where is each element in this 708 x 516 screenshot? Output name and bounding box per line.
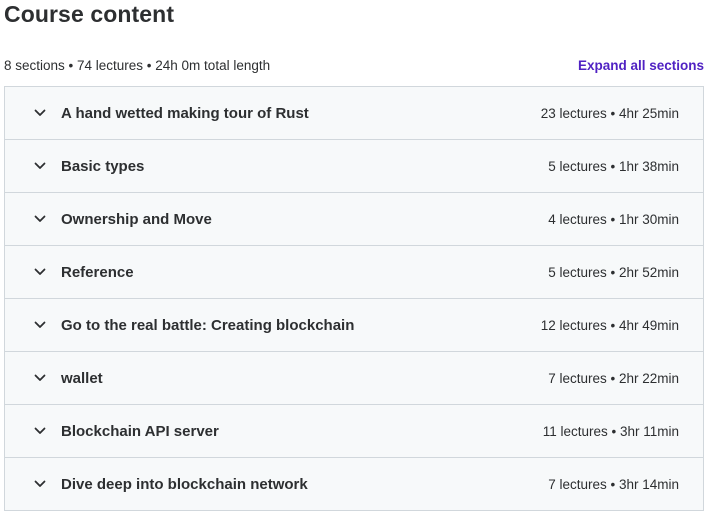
- section-header[interactable]: A hand wetted making tour of Rust 23 lec…: [5, 87, 703, 140]
- section-title: A hand wetted making tour of Rust: [61, 104, 309, 122]
- section-header[interactable]: wallet 7 lectures • 2hr 22min: [5, 352, 703, 405]
- section-header[interactable]: Blockchain API server 11 lectures • 3hr …: [5, 405, 703, 458]
- sections-list: A hand wetted making tour of Rust 23 lec…: [4, 86, 704, 511]
- section-title: Reference: [61, 263, 134, 281]
- section-header[interactable]: Go to the real battle: Creating blockcha…: [5, 299, 703, 352]
- chevron-down-icon: [33, 265, 47, 279]
- expand-all-sections-button[interactable]: Expand all sections: [578, 58, 704, 73]
- section-header[interactable]: Dive deep into blockchain network 7 lect…: [5, 458, 703, 510]
- summary-row: 8 sections • 74 lectures • 24h 0m total …: [4, 58, 704, 73]
- section-meta: 12 lectures • 4hr 49min: [540, 317, 679, 333]
- section-header[interactable]: Reference 5 lectures • 2hr 52min: [5, 246, 703, 299]
- section-title: Basic types: [61, 157, 145, 175]
- section-meta: 23 lectures • 4hr 25min: [540, 105, 679, 121]
- course-summary: 8 sections • 74 lectures • 24h 0m total …: [4, 58, 271, 73]
- section-meta: 7 lectures • 2hr 22min: [548, 370, 679, 386]
- page-title: Course content: [4, 1, 175, 27]
- chevron-down-icon: [33, 106, 47, 120]
- section-meta: 11 lectures • 3hr 11min: [542, 423, 679, 439]
- section-meta: 5 lectures • 2hr 52min: [548, 264, 679, 280]
- section-meta: 7 lectures • 3hr 14min: [548, 476, 679, 492]
- chevron-down-icon: [33, 424, 47, 438]
- section-title: Ownership and Move: [61, 210, 212, 228]
- course-content-panel: Course content 8 sections • 74 lectures …: [0, 0, 708, 516]
- section-title: Go to the real battle: Creating blockcha…: [61, 316, 355, 334]
- section-title: Dive deep into blockchain network: [61, 475, 308, 493]
- section-meta: 4 lectures • 1hr 30min: [548, 211, 679, 227]
- chevron-down-icon: [33, 212, 47, 226]
- section-meta: 5 lectures • 1hr 38min: [548, 158, 679, 174]
- chevron-down-icon: [33, 318, 47, 332]
- section-title: wallet: [61, 369, 103, 387]
- section-header[interactable]: Ownership and Move 4 lectures • 1hr 30mi…: [5, 193, 703, 246]
- section-header[interactable]: Basic types 5 lectures • 1hr 38min: [5, 140, 703, 193]
- chevron-down-icon: [33, 159, 47, 173]
- chevron-down-icon: [33, 371, 47, 385]
- chevron-down-icon: [33, 477, 47, 491]
- section-title: Blockchain API server: [61, 422, 219, 440]
